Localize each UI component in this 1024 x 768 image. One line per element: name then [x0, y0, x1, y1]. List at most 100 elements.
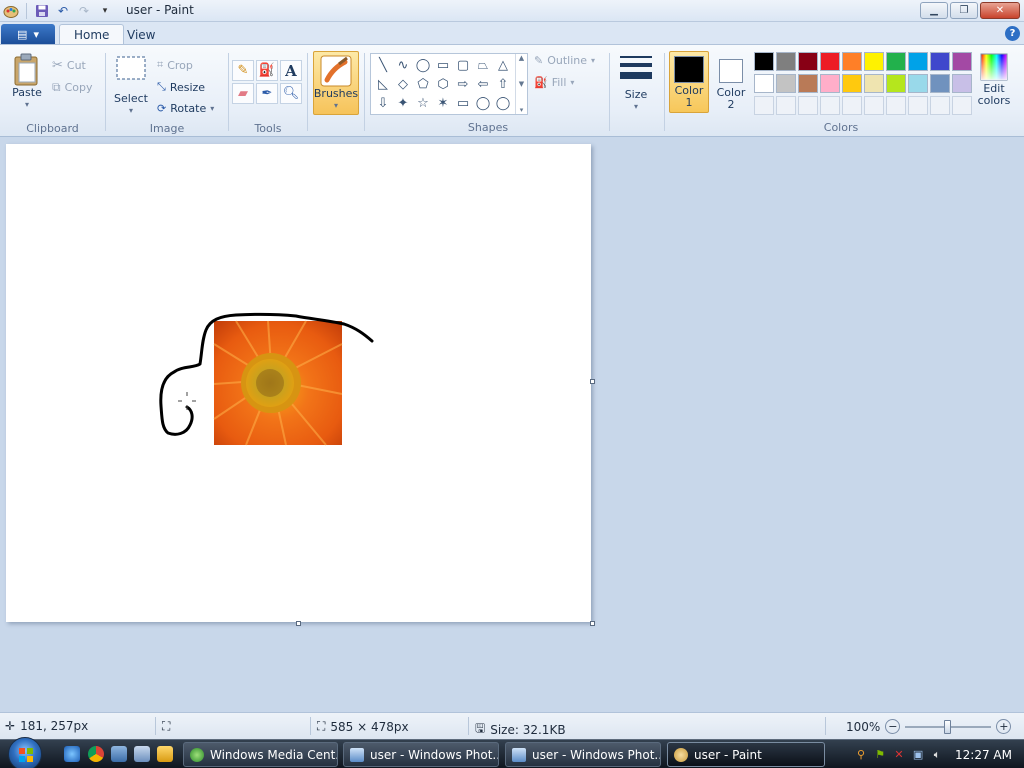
paint-menu-button[interactable]: ▤ ▾ — [1, 24, 55, 44]
resize-button[interactable]: ⤡ Resize — [157, 80, 205, 94]
shape-item[interactable]: ⇩ — [373, 94, 393, 113]
color1-button[interactable]: Color 1 — [669, 51, 709, 113]
show-desktop-icon[interactable] — [111, 746, 127, 762]
tab-view[interactable]: View — [113, 24, 169, 45]
palette-swatch-empty[interactable] — [930, 96, 950, 115]
palette-swatch[interactable] — [776, 74, 796, 93]
volume-icon[interactable]: 🔈︎ — [930, 748, 944, 762]
palette-swatch-empty[interactable] — [952, 96, 972, 115]
save-icon[interactable] — [33, 2, 51, 20]
help-icon[interactable]: ? — [1005, 26, 1020, 41]
drawing-canvas[interactable] — [6, 144, 591, 622]
pencil-icon[interactable]: ✎ — [232, 60, 254, 81]
shape-item[interactable]: ☆ — [413, 94, 433, 113]
zoom-slider[interactable] — [905, 719, 992, 734]
shape-item[interactable]: ▭ — [433, 56, 453, 75]
canvas-workspace[interactable] — [0, 137, 1024, 712]
task-windows-media-center[interactable]: Windows Media Cent... — [183, 742, 338, 767]
shape-item[interactable]: ◺ — [373, 75, 393, 94]
shape-item[interactable]: ╲ — [373, 56, 393, 75]
shape-item[interactable]: ◯ — [493, 94, 513, 113]
shape-item[interactable]: ⇧ — [493, 75, 513, 94]
fill-icon[interactable]: ⛽ — [256, 60, 278, 81]
resize-handle-right[interactable] — [590, 379, 595, 384]
palette-swatch[interactable] — [842, 74, 862, 93]
edit-colors-button[interactable]: Edit colors — [974, 53, 1014, 107]
palette-swatch-empty[interactable] — [886, 96, 906, 115]
resize-handle-corner[interactable] — [590, 621, 595, 626]
switch-windows-icon[interactable] — [134, 746, 150, 762]
palette-swatch[interactable] — [952, 74, 972, 93]
paint-app-icon[interactable] — [2, 2, 20, 20]
palette-swatch[interactable] — [842, 52, 862, 71]
palette-swatch-empty[interactable] — [754, 96, 774, 115]
shapes-scrollbar[interactable]: ▲ ▼ ▾ — [515, 54, 527, 114]
task-windows-photo-2[interactable]: user - Windows Phot... — [505, 742, 661, 767]
minimize-button[interactable]: ▁ — [920, 2, 948, 19]
cut-button[interactable]: ✂ Cut — [52, 58, 86, 73]
shape-item[interactable]: ▭ — [453, 94, 473, 113]
brushes-button[interactable]: Brushes ▾ — [313, 51, 359, 115]
rotate-button[interactable]: ⟳ Rotate ▾ — [157, 102, 214, 115]
task-paint[interactable]: user - Paint — [667, 742, 825, 767]
undo-icon[interactable]: ↶ — [54, 2, 72, 20]
palette-swatch[interactable] — [864, 52, 884, 71]
customize-qat-icon[interactable]: ▾ — [96, 2, 114, 20]
zoom-in-icon[interactable]: + — [996, 719, 1012, 734]
shape-item[interactable]: ✶ — [433, 94, 453, 113]
shapes-gallery[interactable]: ╲ ∿ ◯ ▭ ▢ ⏢ △ ◺ ◇ ⬠ ⬡ ⇨ ⇦ ⇧ ⇩ ✦ ☆ ✶ ▭ ◯ ◯ ▲ ▼ ▾ — [370, 53, 528, 115]
shape-item[interactable]: ✦ — [393, 94, 413, 113]
zoom-slider-thumb[interactable] — [944, 719, 952, 734]
eraser-icon[interactable]: ▰ — [232, 83, 254, 104]
palette-swatch[interactable] — [886, 74, 906, 93]
clock[interactable]: 12:27 AM — [955, 748, 1012, 762]
scroll-down-icon[interactable]: ▼ — [519, 80, 524, 88]
palette-swatch[interactable] — [820, 74, 840, 93]
magnifier-icon[interactable]: 🔍︎ — [280, 83, 302, 104]
start-button[interactable] — [8, 737, 42, 768]
color-picker-icon[interactable]: ✒ — [256, 83, 278, 104]
scroll-up-icon[interactable]: ▲ — [519, 54, 524, 62]
select-button[interactable]: Select ▾ — [113, 55, 149, 117]
expand-gallery-icon[interactable]: ▾ — [520, 106, 524, 114]
network-icon[interactable]: ✕ — [892, 748, 906, 762]
search-icon[interactable]: ⚲ — [854, 748, 868, 762]
palette-swatch-empty[interactable] — [798, 96, 818, 115]
shape-item[interactable]: ◯ — [473, 94, 493, 113]
shape-item[interactable]: ⇨ — [453, 75, 473, 94]
palette-swatch[interactable] — [930, 74, 950, 93]
chrome-icon[interactable] — [88, 746, 104, 762]
palette-swatch[interactable] — [754, 52, 774, 71]
palette-swatch[interactable] — [776, 52, 796, 71]
shape-item[interactable]: ◯ — [413, 56, 433, 75]
restore-button[interactable]: ❐ — [950, 2, 978, 19]
paste-button[interactable]: Paste ▾ — [8, 53, 46, 111]
outline-button[interactable]: ✎ Outline ▾ — [534, 54, 595, 67]
shape-item[interactable]: ⬡ — [433, 75, 453, 94]
shape-item[interactable]: ◇ — [393, 75, 413, 94]
palette-swatch-empty[interactable] — [842, 96, 862, 115]
palette-swatch[interactable] — [952, 52, 972, 71]
shape-item[interactable]: ⇦ — [473, 75, 493, 94]
palette-swatch-empty[interactable] — [820, 96, 840, 115]
internet-explorer-icon[interactable] — [64, 746, 80, 762]
palette-swatch[interactable] — [754, 74, 774, 93]
palette-swatch-empty[interactable] — [864, 96, 884, 115]
palette-swatch-empty[interactable] — [908, 96, 928, 115]
palette-swatch[interactable] — [864, 74, 884, 93]
display-icon[interactable]: ▣ — [911, 748, 925, 762]
palette-swatch[interactable] — [798, 52, 818, 71]
windows-flag-icon[interactable]: ⚑ — [873, 748, 887, 762]
palette-swatch[interactable] — [908, 52, 928, 71]
palette-swatch[interactable] — [820, 52, 840, 71]
shape-item[interactable]: ⬠ — [413, 75, 433, 94]
palette-swatch[interactable] — [908, 74, 928, 93]
shape-item[interactable]: ▢ — [453, 56, 473, 75]
palette-swatch[interactable] — [798, 74, 818, 93]
size-button[interactable]: Size ▾ — [617, 53, 655, 113]
shape-item[interactable]: ⏢ — [473, 56, 493, 75]
redo-icon[interactable]: ↷ — [75, 2, 93, 20]
zoom-out-icon[interactable]: − — [885, 719, 901, 734]
palette-swatch-empty[interactable] — [776, 96, 796, 115]
text-icon[interactable]: A — [280, 60, 302, 81]
